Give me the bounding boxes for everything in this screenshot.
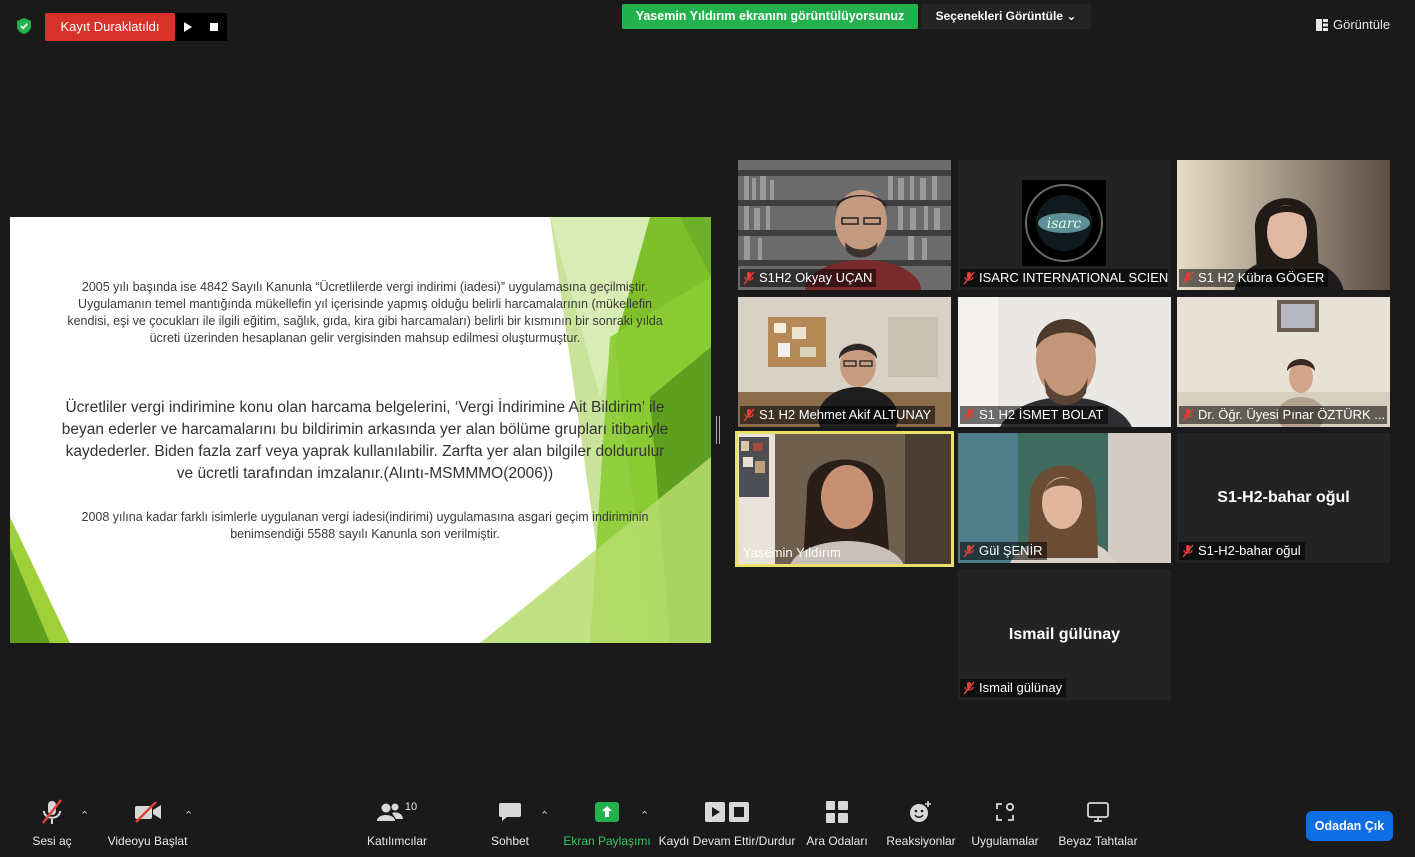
muted-mic-icon [743,408,755,422]
recording-paused-badge: Kayıt Duraklatıldı [45,13,175,41]
isarc-logo: isarc [1047,216,1082,232]
stop-icon [729,802,749,822]
participant-tile[interactable]: S1 H2 İSMET BOLAT [958,297,1171,427]
view-button-label: Görüntüle [1333,17,1391,32]
reactions-button[interactable]: Reaksiyonlar [884,797,958,848]
resume-stop-recording-button[interactable]: Kaydı Devam Ettir/Durdur [654,797,800,848]
video-options-caret-icon[interactable]: ⌃ [184,809,193,822]
muted-mic-icon [743,271,755,285]
slide-paragraph-1: 2005 yılı başında ise 4842 Sayılı Kanunl… [67,280,663,345]
stop-recording-button[interactable] [201,13,227,41]
participant-tile-active-speaker[interactable]: Yasemin Yıldırım [735,431,954,567]
share-screen-icon [595,802,619,822]
shared-screen-slide: 2005 yılı başında ise 4842 Sayılı Kanunl… [10,217,711,643]
view-options-dropdown[interactable]: Seçenekleri Görüntüle ⌄ [921,4,1091,29]
muted-mic-icon [1182,408,1194,422]
whiteboard-icon [1087,802,1109,822]
participant-name-label: Gül ŞENİR [960,542,1047,560]
chat-button[interactable]: Sohbet [484,797,536,848]
split-view-resize-handle[interactable] [716,416,720,444]
participants-button[interactable]: 10 Katılımcılar [360,797,434,848]
slide-paragraph-2: Ücretliler vergi indirimine konu olan ha… [61,399,669,482]
participants-count: 10 [404,801,418,813]
chat-bubble-icon [499,803,521,821]
participant-name-label: S1-H2-bahar oğul [1179,542,1305,560]
muted-mic-icon [963,681,975,695]
muted-mic-icon [963,544,975,558]
participant-name-label: S1 H2 Kübra GÖGER [1179,269,1329,287]
smiley-plus-icon [910,801,931,822]
participant-name-label: Ismail gülünay [960,679,1067,697]
start-video-button[interactable]: Videoyu Başlat [100,797,195,848]
meeting-toolbar: Sesi aç ⌃ Videoyu Başlat ⌃ 10 Katılımcıl… [0,797,1415,857]
audio-options-caret-icon[interactable]: ⌃ [80,809,89,822]
participant-tile[interactable]: S1 H2 Kübra GÖGER [1177,160,1390,290]
screen-share-banner: Yasemin Yıldırım ekranını görüntülüyorsu… [622,4,918,29]
slide-paragraph-3: 2008 yılına kadar farklı isimlerle uygul… [81,510,649,541]
play-icon [184,22,192,32]
muted-mic-icon [1182,544,1194,558]
breakout-rooms-button[interactable]: Ara Odaları [804,797,870,848]
muted-mic-icon [42,799,62,824]
apps-icon [996,802,1015,821]
participant-name-label: ISARC INTERNATIONAL SCIEN... [960,269,1168,287]
participant-tile[interactable]: Gül ŞENİR [958,433,1171,563]
unmute-button[interactable]: Sesi aç [26,797,78,848]
breakout-rooms-icon [826,801,848,823]
participant-name-label: S1 H2 İSMET BOLAT [960,406,1108,424]
security-shield-icon[interactable] [17,18,31,34]
muted-mic-icon [1182,271,1194,285]
participant-name-label: S1H2 Okyay UÇAN [740,269,877,287]
resume-recording-button[interactable] [175,13,201,41]
participant-name-label: Dr. Öğr. Üyesi Pınar ÖZTÜRK ... [1179,406,1387,424]
participant-tile[interactable]: S1-H2-bahar oğul S1-H2-bahar oğul [1177,433,1390,563]
layout-grid-icon [1316,18,1328,31]
chat-options-caret-icon[interactable]: ⌃ [540,809,549,822]
meeting-top-bar: Kayıt Duraklatıldı Yasemin Yıldırım ekra… [0,0,1415,50]
play-icon [705,802,725,822]
participants-icon [376,803,403,821]
video-off-icon [134,801,161,823]
participant-tile[interactable]: Ismail gülünay Ismail gülünay [958,570,1171,700]
participant-tile[interactable]: Dr. Öğr. Üyesi Pınar ÖZTÜRK ... [1177,297,1390,427]
muted-mic-icon [963,271,975,285]
whiteboards-button[interactable]: Beyaz Tahtalar [1056,797,1140,848]
participant-tile[interactable]: S1 H2 Mehmet Akif ALTUNAY [738,297,951,427]
share-options-caret-icon[interactable]: ⌃ [640,809,649,822]
view-button[interactable]: Görüntüle [1316,17,1390,32]
participant-name-label: Yasemin Yıldırım [743,545,841,560]
leave-meeting-button[interactable]: Odadan Çık [1306,811,1393,841]
apps-button[interactable]: Uygulamalar [966,797,1044,848]
view-options-label: Seçenekleri Görüntüle [935,9,1063,23]
muted-mic-icon [963,408,975,422]
participant-tile[interactable]: isarc ISARC INTERNATIONAL SCIEN... [958,160,1171,290]
participant-name-label: S1 H2 Mehmet Akif ALTUNAY [740,406,936,424]
participant-tile[interactable]: S1H2 Okyay UÇAN [738,160,951,290]
chevron-down-icon: ⌄ [1066,9,1077,23]
stop-icon [210,23,218,31]
share-screen-button[interactable]: Ekran Paylaşımı [562,797,652,848]
